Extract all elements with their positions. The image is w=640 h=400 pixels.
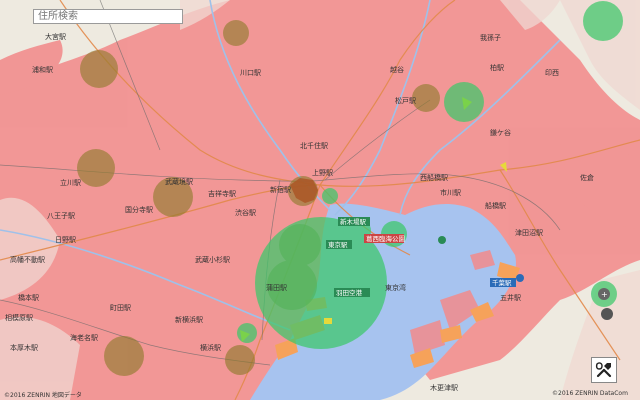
plate-kasai-text: 葛西臨海公園 <box>366 234 405 243</box>
label-kisarazu: 木更津駅 <box>430 383 458 392</box>
label-shibuya: 渋谷駅 <box>235 208 256 217</box>
label-musashikosugi: 武蔵小杉駅 <box>195 255 230 264</box>
label-shinyokohama: 新横浜駅 <box>175 315 203 324</box>
plate-tokyo-text: 東京駅 <box>328 240 348 249</box>
pin-icon-2[interactable] <box>601 308 613 320</box>
label-funabashi: 船橋駅 <box>485 201 506 210</box>
search-input[interactable] <box>33 9 183 24</box>
plate-chiba-text: 千葉駅 <box>492 278 512 287</box>
label-tsudanuma: 津田沼駅 <box>515 228 543 237</box>
harbor-icon <box>516 274 524 282</box>
label-shinjuku: 新宿駅 <box>270 185 291 194</box>
label-hachioji: 八王子駅 <box>47 212 75 220</box>
label-nishifunabashi: 西船橋駅 <box>420 173 448 182</box>
label-kamata: 蒲田駅 <box>266 283 287 292</box>
label-musashisakai: 武蔵境駅 <box>165 177 193 186</box>
label-ueno: 上野駅 <box>312 168 333 177</box>
plate-shinkiba-text: 新木場駅 <box>340 217 367 226</box>
label-kitasenju: 北千住駅 <box>300 141 328 150</box>
label-machida: 町田駅 <box>110 304 131 312</box>
tools-icon <box>595 362 612 378</box>
label-sakura: 佐倉 <box>580 173 594 182</box>
tools-button[interactable] <box>591 357 617 383</box>
label-goi: 五井駅 <box>500 293 521 302</box>
label-koshigaya: 越谷 <box>390 65 404 74</box>
label-tachikawa: 立川駅 <box>60 178 81 187</box>
label-ichikawa: 市川駅 <box>440 188 461 197</box>
label-inzai: 印西 <box>545 69 559 77</box>
map-canvas[interactable]: 大宮駅 浦和駅 川口駅 越谷 松戸駅 我孫子 印西 柏駅 鎌ケ谷 北千住駅 上野… <box>0 0 640 400</box>
label-takahata: 高幡不動駅 <box>10 255 45 264</box>
label-urawa: 浦和駅 <box>32 65 53 74</box>
label-omiya: 大宮駅 <box>45 32 66 41</box>
label-tokyobay: 東京湾 <box>385 283 406 292</box>
label-kawaguchi: 川口駅 <box>240 69 261 77</box>
label-atsugi: 本厚木駅 <box>10 343 38 352</box>
label-sagamihara: 相模原駅 <box>5 313 33 322</box>
label-kichijoji: 吉祥寺駅 <box>208 189 236 198</box>
copyright-right: ©2016 ZENRIN DataCom <box>552 390 628 397</box>
label-abiko: 我孫子 <box>480 33 501 42</box>
plate-haneda-text: 羽田空港 <box>336 288 363 297</box>
pin-plus-icon: + <box>601 290 608 299</box>
label-hashimoto: 橋本駅 <box>18 293 39 302</box>
label-kashiwa: 柏駅 <box>490 63 504 72</box>
label-matsudo: 松戸駅 <box>395 96 416 105</box>
label-hino: 日野駅 <box>55 236 76 244</box>
copyright-left: ©2016 ZENRIN 地図データ <box>4 392 82 399</box>
label-yokohama: 横浜駅 <box>200 343 221 352</box>
label-kamagaya: 鎌ケ谷 <box>490 128 511 137</box>
harbor-icon-2 <box>438 236 446 244</box>
label-ebina: 海老名駅 <box>70 333 98 342</box>
label-kokubunji: 国分寺駅 <box>125 205 153 214</box>
